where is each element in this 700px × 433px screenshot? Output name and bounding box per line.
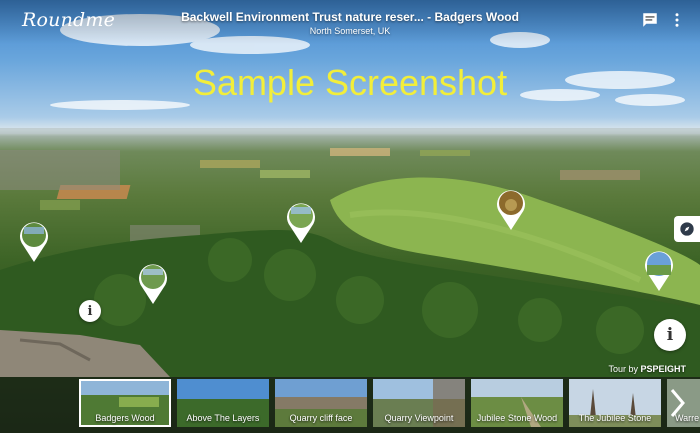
thumbnail-quarry-viewpoint[interactable]: Quarry Viewpoint	[373, 379, 465, 427]
compass-button[interactable]	[674, 216, 700, 242]
tour-author-name[interactable]: PSPEIGHT	[640, 364, 686, 374]
hotspot-pin[interactable]	[18, 219, 50, 263]
thumbnail-label: Above The Layers	[186, 413, 260, 423]
thumbnail-label: Jubilee Stone Wood	[476, 413, 558, 423]
thumbnail-the-jubilee-stone[interactable]: The Jubilee Stone	[569, 379, 661, 427]
thumbnail-badgers-wood[interactable]: Badgers Wood	[79, 379, 171, 427]
thumbnail-quarry-cliff-face[interactable]: Quarry cliff face	[275, 379, 367, 427]
next-scenes-button[interactable]	[666, 386, 688, 420]
chevron-right-icon	[670, 389, 685, 417]
info-icon: i	[666, 325, 674, 345]
panorama-viewer[interactable]: Roundme Backwell Environment Trust natur…	[0, 0, 700, 433]
compass-icon	[680, 222, 694, 236]
tour-title: Backwell Environment Trust nature reser.…	[181, 10, 519, 24]
tour-location: North Somerset, UK	[309, 26, 391, 36]
more-vert-icon[interactable]	[668, 11, 686, 29]
tour-by-prefix: Tour by	[608, 364, 638, 374]
info-icon: i	[87, 303, 93, 319]
thumbnail-label: Quarry Viewpoint	[384, 413, 454, 423]
thumbnail-jubilee-stone-wood[interactable]: Jubilee Stone Wood	[471, 379, 563, 427]
thumbnail-label: Badgers Wood	[95, 413, 155, 423]
watermark-text: Sample Screenshot	[192, 62, 508, 103]
top-bar: Roundme Backwell Environment Trust natur…	[0, 0, 700, 44]
hotspot-pin[interactable]	[495, 187, 527, 231]
tour-author[interactable]: Tour by PSPEIGHT	[608, 364, 686, 374]
thumbnail-above-the-layers[interactable]: Above The Layers	[177, 379, 269, 427]
hotspot-pin[interactable]	[285, 200, 317, 244]
hotspot-pin[interactable]	[643, 248, 675, 292]
tour-info-button[interactable]: i	[654, 319, 686, 351]
thumbnail-label: The Jubilee Stone	[578, 413, 652, 423]
scene-thumbnail-strip[interactable]: Badgers Wood Above The Layers Quarry cli…	[0, 377, 700, 433]
hotspot-pin[interactable]	[137, 261, 169, 305]
info-button[interactable]: i	[79, 300, 101, 322]
thumbnail-label: Quarry cliff face	[289, 413, 353, 423]
comment-icon[interactable]	[641, 11, 659, 29]
